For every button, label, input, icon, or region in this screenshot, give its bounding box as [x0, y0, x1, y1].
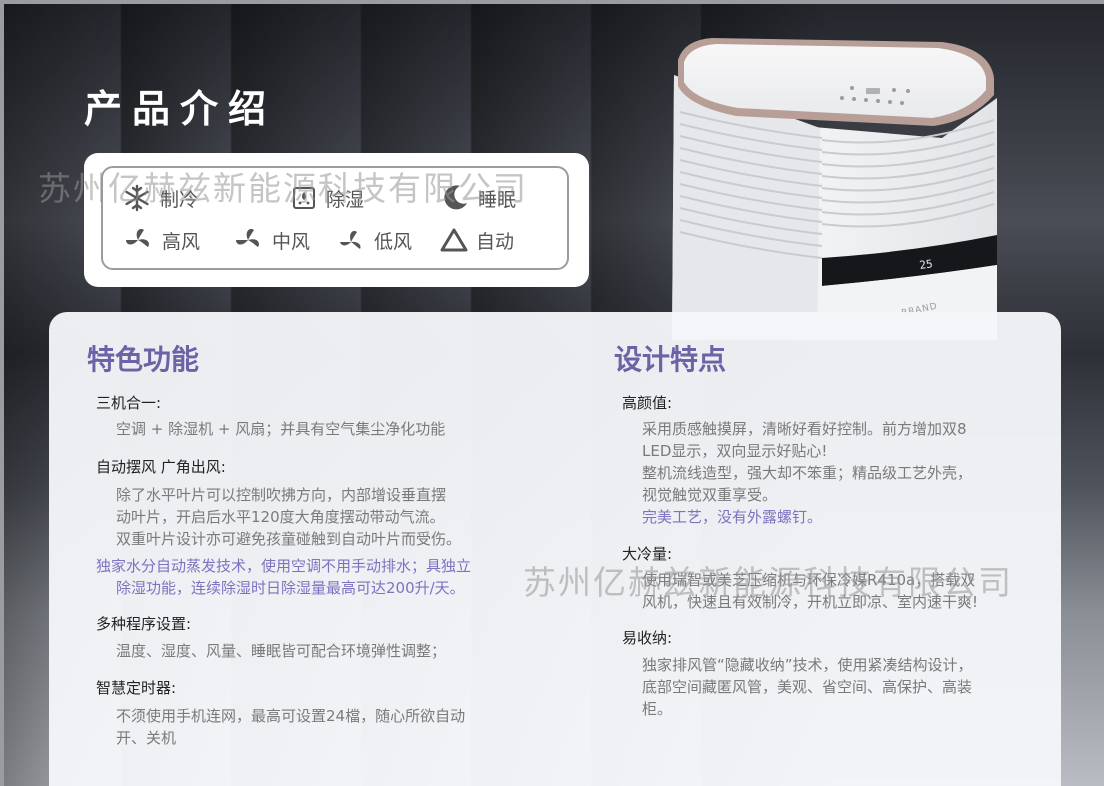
mode-medium-fan: 中风 [232, 225, 310, 255]
snowflake-icon [125, 184, 149, 212]
product-intro-page: 产品介绍 25 BRAND 制冷 除湿 睡眠 高风 中风 低风 自动 苏州亿赫兹… [0, 0, 1104, 786]
mode-high-fan: 高风 [122, 225, 200, 255]
design-text-1: 采用质感触摸屏，清晰好看好控制。前方增加双8 LED显示，双向显示好贴心! 整机… [642, 420, 973, 504]
feature-title-2: 自动摆风 广角出风: [96, 458, 226, 476]
feature-title-1: 三机合一: [96, 394, 162, 412]
feature-title-4: 智慧定时器: [96, 679, 177, 697]
feature-highlight-2: 独家水分自动蒸发技术，使用空调不用手动排水；具独立 除湿功能，连续除湿时日除湿量… [96, 557, 472, 597]
dehumidify-icon [293, 187, 315, 209]
mode-label: 除湿 [326, 188, 365, 211]
mode-label: 中风 [272, 230, 311, 253]
mode-low-fan: 低风 [336, 225, 412, 255]
mode-cool: 制冷 [122, 183, 198, 213]
mode-panel: 制冷 除湿 睡眠 高风 中风 低风 自动 [84, 153, 589, 287]
feature-text-4: 不须使用手机连网，最高可设置24檔，随心所欲自动 开、关机 [116, 707, 466, 747]
content-card: 特色功能 三机合一: 空调 + 除湿机 + 风扇；并具有空气集尘净化功能 自动摆… [49, 312, 1061, 786]
design-highlight-1: 完美工艺，没有外露螺钉。 [642, 508, 823, 526]
fan-medium-icon [236, 229, 259, 247]
mode-label: 高风 [162, 230, 201, 253]
design-text-3: 独家排风管“隐藏收纳”技术，使用紧凑结构设计， 底部空间藏匿风管，美观、省空间、… [642, 656, 973, 718]
mode-sleep: 睡眠 [440, 183, 516, 213]
mode-label: 低风 [374, 230, 413, 253]
feature-text-3: 温度、湿度、风量、睡眠皆可配合环境弹性调整； [116, 642, 447, 660]
page-title: 产品介绍 [84, 87, 277, 131]
design-text-2: 使用瑞智或美芝压缩机与环保冷媒R410a，搭载双 风机，快速且有效制冷，开机立即… [642, 571, 979, 611]
moon-sleep-icon [444, 185, 467, 210]
mode-label: 自动 [476, 230, 515, 253]
display-readout: 25 [919, 257, 934, 272]
mode-auto: 自动 [440, 225, 514, 255]
feature-text-1: 空调 + 除湿机 + 风扇；并具有空气集尘净化功能 [116, 420, 446, 438]
design-title-2: 大冷量: [622, 545, 673, 563]
feature-text-2: 除了水平叶片可以控制吹拂方向，内部增设垂直摆 动叶片，开启后水平120度大角度摆… [116, 486, 462, 548]
feature-title-3: 多种程序设置: [96, 615, 192, 633]
design-title-1: 高颜值: [622, 394, 673, 412]
features-title: 特色功能 [87, 343, 200, 376]
frame-top-border [0, 0, 1104, 4]
design-title: 设计特点 [614, 343, 727, 376]
portable-air-conditioner-image: 25 BRAND [672, 38, 997, 340]
design-title-3: 易收纳: [622, 629, 673, 647]
mode-label: 睡眠 [478, 188, 517, 211]
frame-left-border [0, 0, 4, 786]
mode-label: 制冷 [160, 188, 199, 211]
mode-dehumidify: 除湿 [290, 183, 364, 213]
auto-triangle-icon [440, 228, 468, 252]
fan-low-icon [340, 231, 361, 249]
fan-high-icon [126, 229, 149, 247]
